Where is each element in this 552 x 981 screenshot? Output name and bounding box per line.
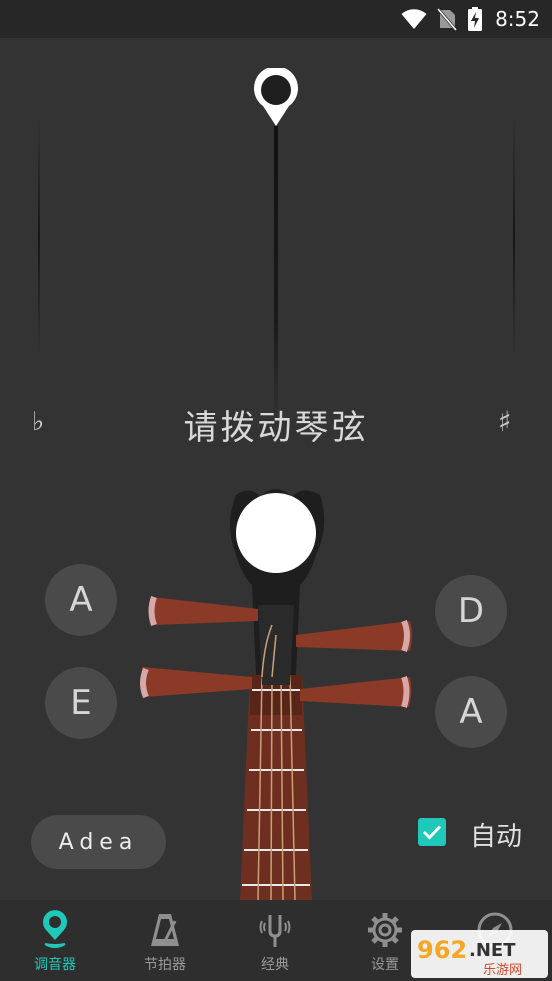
tuning-preset-button[interactable]: Adea [31,815,166,869]
pitch-needle [274,126,278,426]
auto-label: 自动 [470,822,523,852]
gear-icon [365,910,405,950]
battery-charging-icon [468,7,483,31]
nav-label-tuner: 调音器 [34,957,76,973]
svg-text:962: 962 [417,936,467,964]
no-sim-icon [437,8,458,31]
string-button-e[interactable]: E [45,667,117,739]
nav-tab-tuner[interactable]: 调音器 [0,900,110,981]
pluck-string-prompt: 请拨动琴弦 [183,408,369,448]
string-button-a-right[interactable]: A [435,676,507,748]
string-button-d[interactable]: D [435,575,507,647]
nav-label-settings: 设置 [371,957,399,973]
nav-label-metronome: 节拍器 [144,957,186,973]
checkmark-icon [422,825,442,840]
nav-tab-classic[interactable]: 经典 [220,900,330,981]
watermark-logo: 962 .NET 乐游网 [411,930,548,978]
status-icons: 8:52 [401,6,540,32]
sharp-sign: ♯ [498,405,512,438]
status-bar: 8:52 [0,0,552,38]
wifi-icon [401,9,427,29]
tuning-fork-icon [255,910,295,950]
svg-text:.NET: .NET [469,940,516,961]
nav-label-classic: 经典 [261,957,289,973]
pipa-head-illustration [140,489,412,900]
meter-left-guide [38,118,40,358]
svg-text:乐游网: 乐游网 [483,963,522,978]
meter-right-guide [513,118,515,358]
nav-tab-metronome[interactable]: 节拍器 [110,900,220,981]
string-button-a-left[interactable]: A [45,564,117,636]
metronome-icon [145,910,185,950]
needle-pin-icon [254,68,298,126]
auto-checkbox[interactable] [418,818,446,846]
clock-time: 8:52 [495,7,540,31]
tuner-area: ♭ 请拨动琴弦 ♯ A E D A Adea 自动 [0,38,552,900]
tuner-pin-icon [35,910,75,950]
